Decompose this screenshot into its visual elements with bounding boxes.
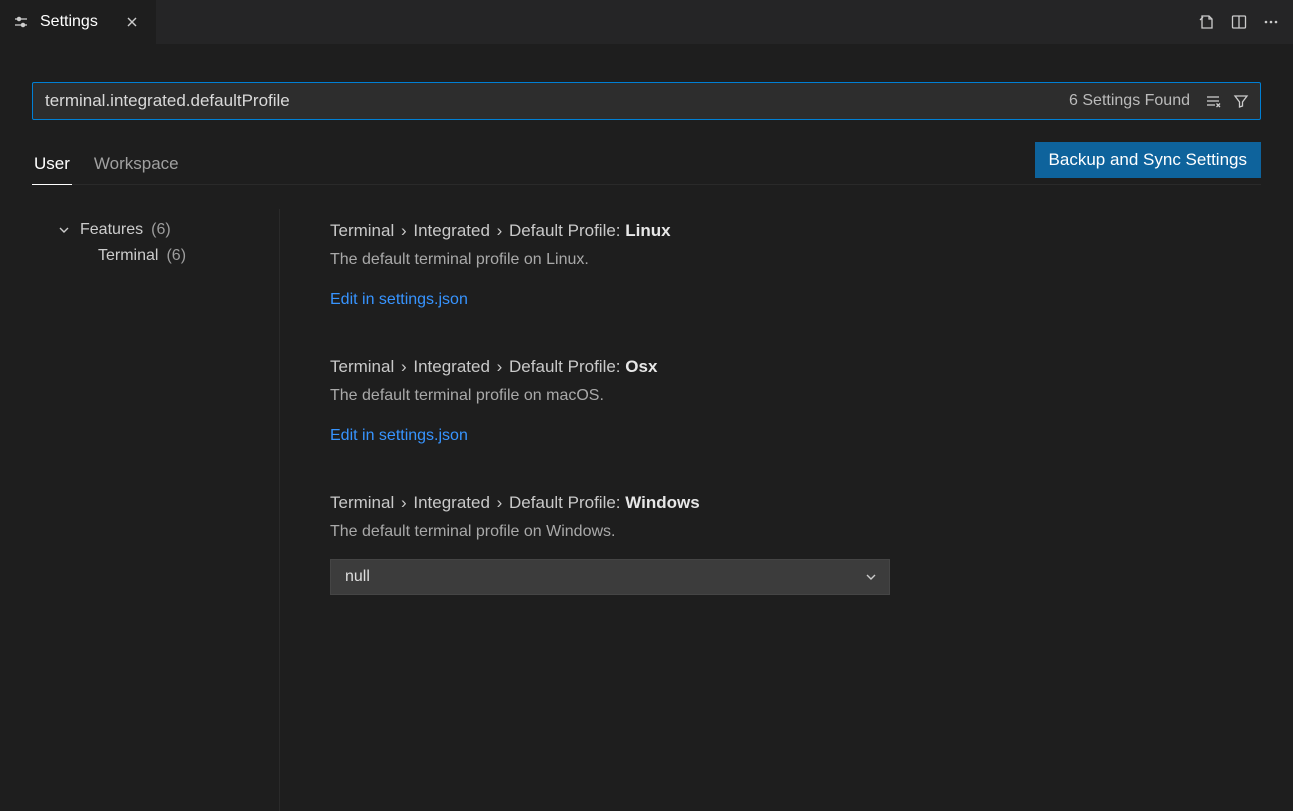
settings-search-input[interactable]	[43, 90, 1059, 112]
tab-bar-spacer	[156, 0, 1193, 44]
settings-sliders-icon	[12, 13, 30, 31]
toc-item-terminal[interactable]: Terminal (6)	[32, 243, 279, 269]
backup-sync-button[interactable]: Backup and Sync Settings	[1035, 142, 1261, 178]
chevron-down-icon	[56, 222, 72, 238]
scope-tab-workspace[interactable]: Workspace	[92, 148, 181, 184]
setting-title: Terminal › Integrated › Default Profile:…	[330, 493, 1050, 513]
open-settings-json-icon[interactable]	[1193, 8, 1221, 36]
toc-group-count: (6)	[151, 221, 171, 239]
settings-search-container: 6 Settings Found	[32, 82, 1261, 120]
settings-tab[interactable]: Settings	[0, 0, 156, 44]
tab-title: Settings	[40, 13, 98, 31]
setting-default-profile-windows: Terminal › Integrated › Default Profile:…	[330, 493, 1050, 595]
chevron-down-icon	[863, 569, 879, 585]
editor-title-actions	[1193, 0, 1293, 44]
toc-group-label: Features	[80, 221, 143, 239]
settings-editor: 6 Settings Found User Workspace Backup a…	[0, 44, 1293, 811]
edit-in-settings-json-link[interactable]: Edit in settings.json	[330, 291, 468, 308]
setting-description: The default terminal profile on Windows.	[330, 523, 1050, 541]
setting-description: The default terminal profile on Linux.	[330, 251, 1050, 269]
settings-toc: Features (6) Terminal (6)	[32, 209, 280, 811]
scope-row: User Workspace Backup and Sync Settings	[32, 142, 1261, 185]
search-result-count: 6 Settings Found	[1059, 92, 1200, 110]
toc-item-label: Terminal	[98, 247, 158, 265]
more-actions-icon[interactable]	[1257, 8, 1285, 36]
close-tab-icon[interactable]	[122, 12, 142, 32]
setting-title: Terminal › Integrated › Default Profile:…	[330, 357, 1050, 377]
setting-default-profile-linux: Terminal › Integrated › Default Profile:…	[330, 221, 1050, 309]
clear-search-icon[interactable]	[1200, 88, 1226, 114]
settings-list: Terminal › Integrated › Default Profile:…	[280, 209, 1261, 811]
setting-description: The default terminal profile on macOS.	[330, 387, 1050, 405]
select-value: null	[345, 568, 370, 586]
split-editor-icon[interactable]	[1225, 8, 1253, 36]
filter-icon[interactable]	[1228, 88, 1254, 114]
scope-tab-user[interactable]: User	[32, 148, 72, 185]
setting-title: Terminal › Integrated › Default Profile:…	[330, 221, 1050, 241]
setting-default-profile-osx: Terminal › Integrated › Default Profile:…	[330, 357, 1050, 445]
toc-group-features[interactable]: Features (6)	[32, 217, 279, 243]
edit-in-settings-json-link[interactable]: Edit in settings.json	[330, 427, 468, 444]
setting-select-default-profile-windows[interactable]: null	[330, 559, 890, 595]
toc-item-count: (6)	[166, 247, 186, 265]
editor-tab-bar: Settings	[0, 0, 1293, 44]
